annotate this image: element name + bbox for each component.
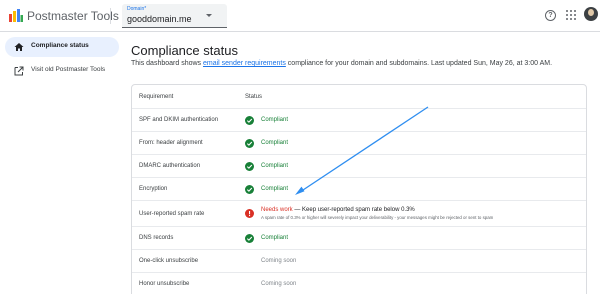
status-cell: Compliant bbox=[261, 140, 289, 146]
status-cell: Compliant bbox=[261, 235, 289, 241]
status-cell: Coming soon bbox=[261, 258, 297, 264]
table-header-row: Requirement Status bbox=[132, 85, 586, 109]
check-circle-icon bbox=[245, 234, 254, 243]
requirement-cell: Honor unsubscribe bbox=[139, 281, 190, 287]
requirement-cell: DMARC authentication bbox=[139, 163, 201, 169]
sidebar-item-compliance-status[interactable]: Compliance status bbox=[5, 37, 119, 57]
status-detail: A spam rate of 0.3% or higher will sever… bbox=[261, 215, 494, 220]
table-row: Encryption Compliant bbox=[132, 178, 586, 201]
status-cell: Needs work — Keep user-reported spam rat… bbox=[261, 207, 415, 213]
top-bar: Postmaster Tools Domain* gooddomain.me ? bbox=[0, 0, 600, 32]
sidebar: Compliance status Visit old Postmaster T… bbox=[0, 33, 122, 294]
compliance-table: Requirement Status SPF and DKIM authenti… bbox=[131, 84, 587, 294]
table-row: One-click unsubscribe Coming soon bbox=[132, 250, 586, 273]
table-row: DMARC authentication Compliant bbox=[132, 155, 586, 178]
column-header-requirement: Requirement bbox=[139, 94, 174, 100]
table-row: DNS records Compliant bbox=[132, 227, 586, 250]
description-text: This dashboard shows bbox=[131, 60, 203, 67]
description-text: compliance for your domain and subdomain… bbox=[285, 60, 553, 67]
check-circle-icon bbox=[245, 162, 254, 171]
needs-work-label: Needs work bbox=[261, 207, 293, 213]
needs-work-message: — Keep user-reported spam rate below 0.3… bbox=[292, 207, 415, 213]
postmaster-logo-icon bbox=[9, 9, 23, 22]
app-title: Postmaster Tools bbox=[27, 9, 119, 23]
requirement-cell: Encryption bbox=[139, 186, 168, 192]
open-in-new-icon bbox=[14, 66, 24, 76]
sidebar-item-label: Compliance status bbox=[31, 42, 89, 49]
status-cell: Compliant bbox=[261, 186, 289, 192]
table-row: Honor unsubscribe Coming soon bbox=[132, 273, 586, 294]
domain-select-value: gooddomain.me bbox=[127, 14, 192, 24]
apps-grid-icon[interactable] bbox=[566, 10, 576, 20]
check-circle-icon bbox=[245, 116, 254, 125]
requirement-cell: DNS records bbox=[139, 235, 174, 241]
check-circle-icon bbox=[245, 139, 254, 148]
column-header-status: Status bbox=[245, 94, 263, 100]
status-cell: Compliant bbox=[261, 117, 289, 123]
requirement-cell: SPF and DKIM authentication bbox=[139, 117, 219, 123]
check-circle-icon bbox=[245, 185, 254, 194]
page-description: This dashboard shows email sender requir… bbox=[131, 60, 552, 67]
requirement-cell: User-reported spam rate bbox=[139, 211, 205, 217]
sidebar-item-old-postmaster-tools[interactable]: Visit old Postmaster Tools bbox=[5, 61, 119, 81]
domain-select-label: Domain* bbox=[127, 6, 147, 12]
requirement-cell: One-click unsubscribe bbox=[139, 258, 199, 264]
error-icon bbox=[245, 209, 254, 218]
table-row: SPF and DKIM authentication Compliant bbox=[132, 109, 586, 132]
email-sender-requirements-link[interactable]: email sender requirements bbox=[203, 60, 286, 67]
dropdown-caret-icon bbox=[206, 14, 212, 17]
table-row: User-reported spam rate Needs work — Kee… bbox=[132, 201, 586, 227]
status-cell: Compliant bbox=[261, 163, 289, 169]
home-icon bbox=[14, 43, 24, 51]
page-title: Compliance status bbox=[131, 43, 238, 58]
requirement-cell: From: header alignment bbox=[139, 140, 203, 146]
help-icon[interactable]: ? bbox=[545, 10, 556, 21]
avatar[interactable] bbox=[584, 7, 598, 21]
sidebar-item-label: Visit old Postmaster Tools bbox=[31, 66, 106, 73]
table-row: From: header alignment Compliant bbox=[132, 132, 586, 155]
status-cell: Coming soon bbox=[261, 281, 297, 287]
divider bbox=[110, 8, 111, 24]
domain-select[interactable]: Domain* gooddomain.me bbox=[122, 4, 227, 28]
